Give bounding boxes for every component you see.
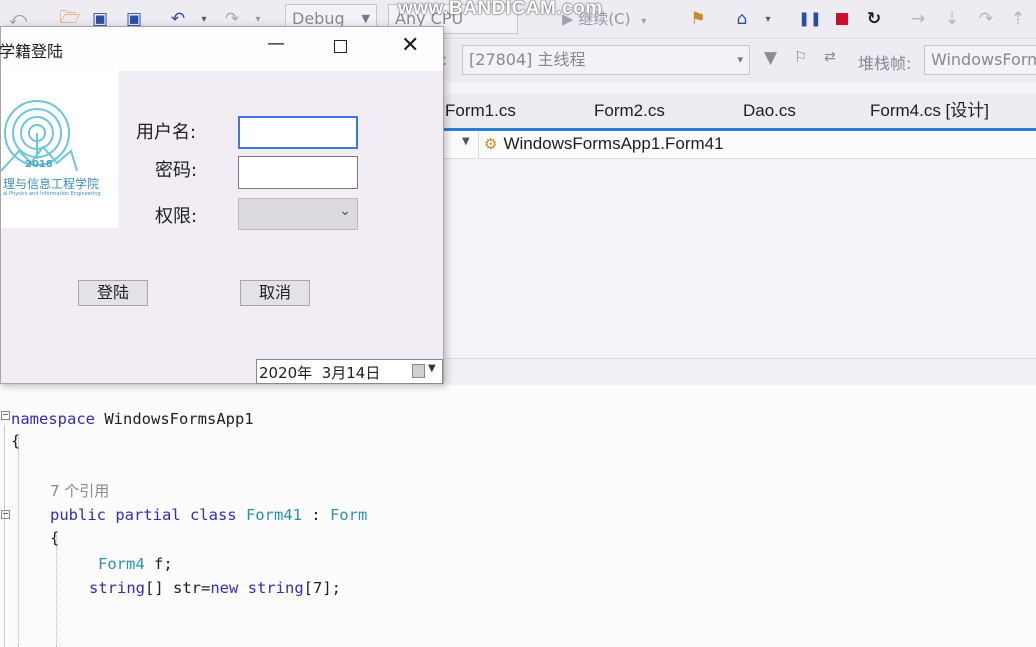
indent-guide [56, 535, 57, 647]
code-punct: [7]; [303, 579, 341, 597]
show-next-statement-icon[interactable]: → [906, 7, 930, 31]
class-icon: ⚙ [484, 135, 498, 153]
dialog-titlebar[interactable]: 学籍登陆 — ✕ [0, 27, 443, 71]
permission-label: 权限: [155, 206, 198, 227]
login-dialog: 学籍登陆 — ✕ 2018 理与信息工程学院 al Physics and In… [0, 26, 444, 384]
continue-label: 继续(C) [578, 10, 631, 28]
thread-combo-value: [27804] 主线程 [469, 50, 586, 69]
code-keyword: new [210, 579, 239, 597]
code-references[interactable]: 7 个引用 [50, 481, 109, 501]
stop-icon[interactable] [830, 7, 854, 31]
stackframe-combo-value: WindowsForm [931, 50, 1036, 69]
filter-icon[interactable]: ▼ [764, 48, 777, 68]
permission-select[interactable]: ⌄ [238, 198, 358, 230]
restart-icon[interactable]: ↻ [862, 7, 886, 31]
toggle-threads-icon[interactable]: ⇄ [824, 49, 836, 65]
code-type: Form4 [98, 555, 145, 573]
dialog-title: 学籍登陆 [0, 42, 64, 61]
maximize-icon[interactable] [334, 40, 347, 53]
chevron-down-icon: ▾ [737, 53, 743, 66]
date-value: 2020年 3月14日 [259, 364, 381, 382]
logo-picture: 2018 理与信息工程学院 al Physics and Information… [1, 71, 118, 228]
code-type: Form [329, 506, 368, 524]
step-out-icon[interactable]: ⇡ [1006, 7, 1030, 31]
pause-icon[interactable]: ❚❚ [798, 7, 822, 31]
outline-line [4, 425, 5, 647]
indent-guide [18, 437, 19, 647]
chevron-down-icon: ▾ [641, 16, 647, 27]
code-keyword: string [238, 579, 304, 597]
code-identifier: WindowsFormsApp1 [95, 410, 254, 428]
code-line-field: Form4 f; [98, 554, 173, 574]
logo-year: 2018 [25, 159, 53, 170]
chevron-down-icon[interactable]: ▼ [462, 136, 470, 147]
login-button[interactable]: 登陆 [78, 280, 148, 306]
document-tabs: Form1.cs Form2.cs Dao.cs Form4.cs [设计] [440, 94, 1036, 131]
username-input[interactable] [238, 116, 358, 149]
code-identifier: f; [144, 555, 173, 573]
code-editor[interactable]: − − namespace WindowsFormsApp1 { 7 个引用 p… [0, 385, 1036, 647]
logo-text: 理与信息工程学院 [3, 177, 100, 191]
stop-square [836, 13, 848, 25]
code-line-brace2: { [50, 529, 60, 547]
collapse-icon[interactable]: − [1, 510, 10, 519]
cancel-button[interactable]: 取消 [240, 280, 310, 306]
divider [478, 131, 479, 158]
code-keyword: namespace [11, 410, 95, 428]
chevron-down-icon: ⌄ [339, 203, 351, 219]
tab-form1[interactable]: Form1.cs [445, 100, 516, 122]
username-label: 用户名: [136, 122, 197, 143]
chevron-down-icon[interactable]: ▾ [756, 7, 780, 31]
tab-form2[interactable]: Form2.cs [594, 100, 665, 122]
navigation-bar: ▼ ⚙ WindowsFormsApp1.Form41 [440, 131, 1036, 159]
close-icon[interactable]: ✕ [401, 33, 419, 59]
stackframe-label: 堆栈帧: [858, 54, 912, 73]
tab-dao[interactable]: Dao.cs [743, 100, 796, 122]
member-combo[interactable]: ⚙ WindowsFormsApp1.Form41 [484, 133, 724, 155]
step-into-icon[interactable]: ⇣ [940, 7, 964, 31]
code-line-class: public partial class Form41 : Form [50, 505, 367, 525]
browser-link-icon[interactable]: ⌂ [730, 7, 754, 31]
chevron-down-icon: ▼ [428, 363, 436, 374]
code-punct: : [301, 506, 330, 524]
hot-reload-icon[interactable]: ⚑ [686, 7, 710, 31]
member-combo-value: WindowsFormsApp1.Form41 [503, 134, 724, 153]
tab-form4-design[interactable]: Form4.cs [设计] [870, 100, 989, 122]
password-label: 密码: [155, 160, 198, 181]
play-icon: ▶ [562, 10, 574, 28]
code-line-namespace: namespace WindowsFormsApp1 [11, 409, 254, 429]
date-picker[interactable]: 2020年 3月14日 ▼ [256, 359, 443, 384]
logo-subtext: al Physics and Information Engineering [3, 191, 101, 197]
calendar-icon [412, 364, 425, 378]
thread-combo[interactable]: [27804] 主线程 ▾ [462, 45, 750, 75]
code-line-array: string[] str=new string[7]; [89, 578, 341, 598]
code-identifier: Form41 [236, 506, 302, 524]
collapse-icon[interactable]: − [1, 411, 10, 420]
debug-location-toolbar: : [27804] 主线程 ▾ ▼ ⚐ ⇄ 堆栈帧: WindowsForm [440, 40, 1036, 82]
logo-svg [1, 100, 78, 172]
flag-icon[interactable]: ⚐ [794, 48, 807, 66]
password-input[interactable] [238, 156, 358, 189]
code-keyword: public partial class [50, 506, 237, 524]
stackframe-combo[interactable]: WindowsForm [924, 45, 1036, 75]
code-identifier: [] str= [145, 579, 211, 597]
code-keyword: string [89, 579, 145, 597]
step-over-icon[interactable]: ↷ [974, 7, 998, 31]
code-line-brace: { [11, 432, 21, 450]
minimize-icon[interactable]: — [267, 33, 285, 54]
continue-button[interactable]: ▶ 继续(C) ▾ [562, 8, 646, 30]
